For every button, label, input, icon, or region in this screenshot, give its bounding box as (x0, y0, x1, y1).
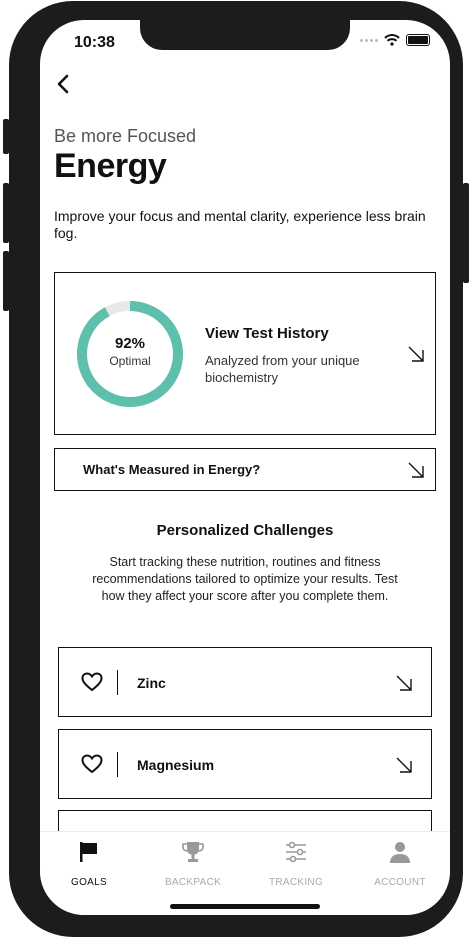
bottom-tab-bar: GOALS BACKPACK TRACKING ACCOUNT (40, 831, 450, 915)
challenge-item-zinc[interactable]: Zinc (58, 647, 432, 717)
tab-tracking[interactable]: TRACKING (256, 840, 336, 888)
heart-icon[interactable] (81, 672, 103, 692)
heart-icon[interactable] (81, 754, 103, 774)
divider (117, 670, 118, 695)
divider (117, 752, 118, 777)
arrow-down-right-icon[interactable] (407, 345, 425, 363)
silent-switch (3, 119, 9, 154)
volume-up-button (3, 183, 9, 243)
whats-measured-button[interactable]: What's Measured in Energy? (54, 448, 436, 491)
tab-backpack[interactable]: BACKPACK (153, 840, 233, 888)
challenge-label: Magnesium (137, 757, 215, 773)
notch (140, 20, 350, 50)
screen: Be more Focused Energy Improve your focu… (40, 20, 450, 915)
power-button (463, 183, 469, 283)
score-card[interactable]: 92% Optimal View Test History Analyzed f… (54, 272, 436, 435)
page-subtitle: Be more Focused (54, 126, 197, 146)
arrow-down-right-icon (396, 675, 412, 691)
score-percent: 92% (114, 335, 146, 352)
whats-measured-label: What's Measured in Energy? (83, 462, 261, 477)
flag-icon (80, 842, 97, 862)
page-title: Energy (54, 147, 167, 185)
score-status: Optimal (109, 354, 151, 368)
challenges-description: Start tracking these nutrition, routines… (92, 555, 398, 603)
trophy-icon (182, 842, 204, 862)
battery-icon (406, 34, 430, 46)
view-test-history-title[interactable]: View Test History (205, 325, 329, 342)
arrow-down-right-icon (408, 462, 424, 478)
home-indicator[interactable] (170, 904, 320, 909)
signal-icon (360, 38, 378, 42)
goal-detail-page: Be more Focused Energy Improve your focu… (40, 20, 450, 915)
tab-account[interactable]: ACCOUNT (360, 840, 440, 888)
wifi-icon (384, 34, 400, 46)
arrow-down-right-icon (396, 757, 412, 773)
status-icons (360, 34, 430, 46)
sliders-icon (286, 841, 306, 863)
tab-label: GOALS (71, 877, 107, 888)
challenge-item-magnesium[interactable]: Magnesium (58, 729, 432, 799)
page-description: Improve your focus and mental clarity, e… (54, 208, 426, 241)
phone-frame: Be more Focused Energy Improve your focu… (3, 1, 469, 937)
back-arrow-icon[interactable] (52, 72, 76, 96)
tab-label: ACCOUNT (374, 877, 426, 888)
challenges-title: Personalized Challenges (156, 522, 334, 539)
tab-goals[interactable]: GOALS (49, 840, 129, 888)
volume-down-button (3, 251, 9, 311)
user-icon (390, 842, 410, 863)
view-test-history-subtitle: Analyzed from your unique biochemistry (205, 353, 360, 385)
tab-label: BACKPACK (164, 877, 222, 888)
challenge-label: Zinc (137, 675, 166, 691)
score-ring-label: 92% Optimal (75, 335, 185, 368)
status-time: 10:38 (74, 34, 115, 51)
tab-label: TRACKING (268, 877, 324, 888)
